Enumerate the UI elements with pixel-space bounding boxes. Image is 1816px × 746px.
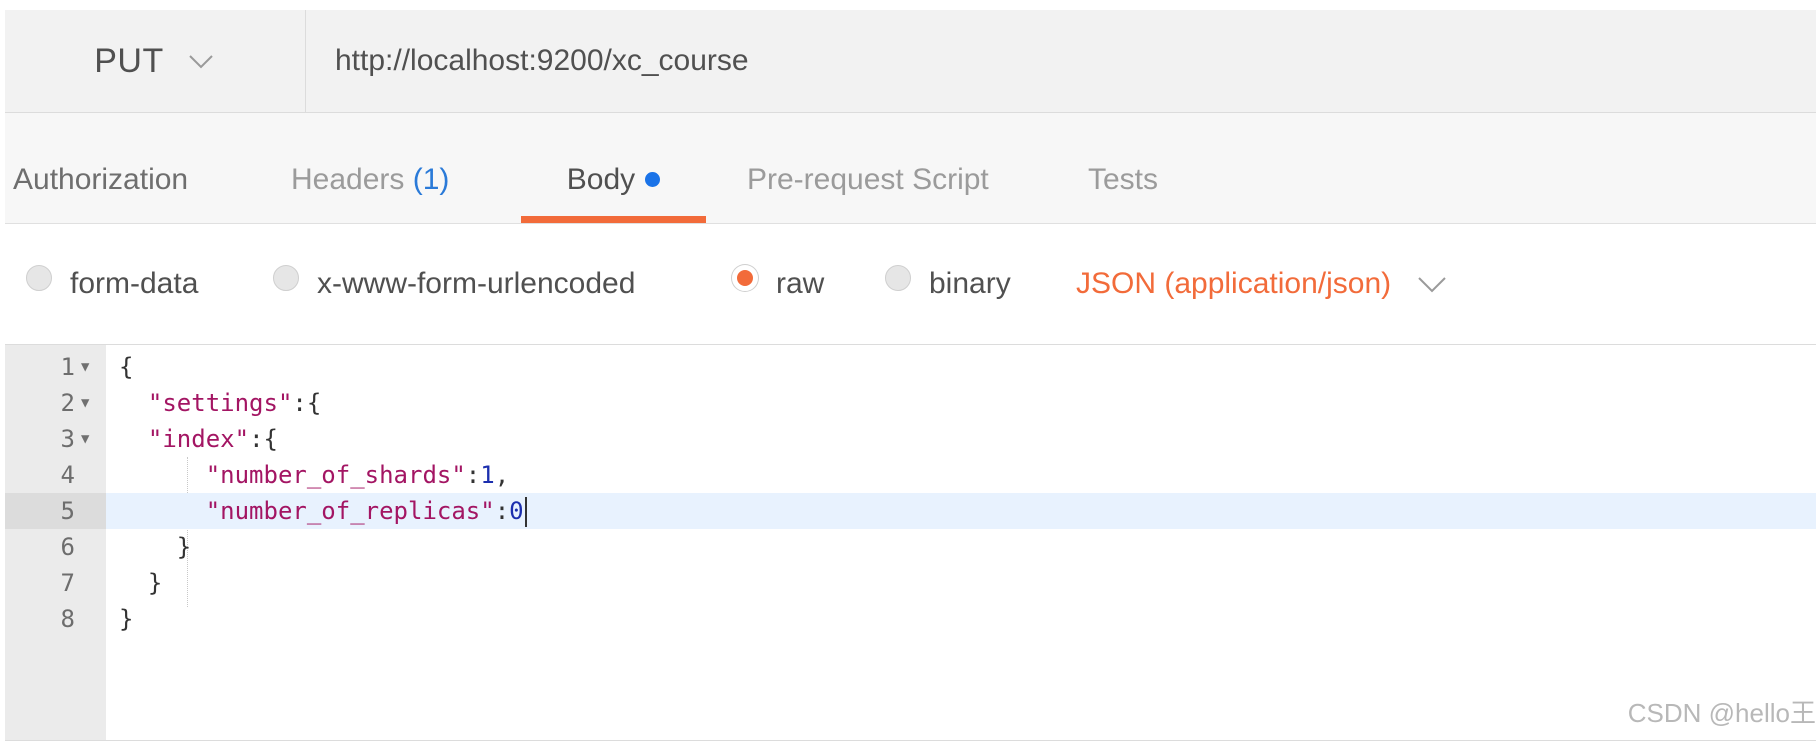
radio-form-data-label: form-data (70, 267, 199, 300)
radio-raw[interactable]: raw (732, 259, 824, 309)
code-line[interactable]: 8 } (5, 601, 1816, 637)
line-number: 8 (60, 605, 75, 633)
radio-form-data[interactable]: form-data (26, 259, 198, 309)
code-line[interactable]: 1 ▼ { (5, 349, 1816, 385)
method-selector[interactable]: PUT (5, 10, 306, 112)
radio-selected-icon[interactable] (732, 265, 758, 291)
body-type-selector: form-data x-www-form-urlencoded raw bina… (5, 224, 1816, 344)
tab-prerequest-script[interactable]: Pre-request Script (747, 113, 989, 223)
code-text-content: "settings":{ (147, 389, 322, 417)
radio-urlencoded[interactable]: x-www-form-urlencoded (273, 259, 635, 309)
code-text: "number_of_replicas":0 (119, 493, 527, 529)
code-text: { (119, 349, 133, 385)
line-number: 5 (60, 497, 75, 525)
radio-urlencoded-label: x-www-form-urlencoded (317, 267, 636, 300)
line-number: 6 (60, 533, 75, 561)
code-text: } (119, 601, 133, 637)
code-text-content: } (119, 569, 163, 597)
method-label: PUT (94, 41, 164, 80)
tab-headers[interactable]: Headers (1) (291, 113, 449, 223)
code-editor[interactable]: 1 ▼ { 2 ▼ "settings":{ 3 ▼ "index":{ 4 "… (5, 344, 1816, 741)
chevron-down-icon (1418, 277, 1446, 293)
code-line[interactable]: 6 } (5, 529, 1816, 565)
radio-button-icon[interactable] (885, 265, 911, 291)
tab-tests[interactable]: Tests (1088, 113, 1158, 223)
code-text-content: { (119, 353, 134, 381)
tab-headers-label: Headers (291, 163, 405, 196)
line-number: 1 (60, 353, 75, 381)
code-text-content: } (119, 533, 192, 561)
code-text: "settings":{ (119, 385, 321, 421)
active-tab-underline (521, 216, 706, 223)
headers-count-badge: (1) (412, 163, 450, 196)
body-modified-dot-icon (645, 171, 661, 187)
url-input[interactable]: http://localhost:9200/xc_course (335, 10, 749, 112)
code-line[interactable]: 4 "number_of_shards":1, (5, 457, 1816, 493)
radio-button-icon[interactable] (26, 265, 52, 291)
radio-binary[interactable]: binary (885, 259, 1011, 309)
code-text-content: "number_of_replicas":0 (205, 497, 524, 525)
tab-body[interactable]: Body (521, 113, 706, 223)
code-text: } (119, 565, 162, 601)
tab-authorization[interactable]: Authorization (13, 113, 188, 223)
tab-tests-label: Tests (1088, 163, 1159, 196)
url-bar: PUT http://localhost:9200/xc_course (5, 10, 1816, 113)
code-text: } (119, 529, 191, 565)
content-type-dropdown[interactable]: JSON (application/json) (1076, 259, 1449, 309)
radio-button-icon[interactable] (273, 265, 299, 291)
watermark: CSDN @hello王 (1627, 698, 1816, 728)
fold-arrow-icon[interactable]: ▼ (81, 421, 89, 457)
code-text: "number_of_shards":1, (119, 457, 509, 493)
line-number: 2 (60, 389, 75, 417)
code-line-active[interactable]: 5 "number_of_replicas":0 (5, 493, 1816, 529)
tab-authorization-label: Authorization (13, 163, 189, 196)
fold-arrow-icon[interactable]: ▼ (81, 349, 89, 385)
request-tabs: Authorization Headers (1) Body Pre-reque… (5, 113, 1816, 224)
request-editor-page: PUT http://localhost:9200/xc_course Auth… (0, 0, 1816, 746)
code-line[interactable]: 2 ▼ "settings":{ (5, 385, 1816, 421)
tab-body-label: Body (566, 163, 636, 196)
code-text: "index":{ (119, 421, 278, 457)
code-line[interactable]: 3 ▼ "index":{ (5, 421, 1816, 457)
code-text-content: "index":{ (147, 425, 278, 453)
code-line[interactable]: 7 } (5, 565, 1816, 601)
code-text-content: "number_of_shards":1, (205, 461, 510, 489)
chevron-down-icon (189, 55, 213, 69)
tab-prerequest-label: Pre-request Script (747, 163, 989, 196)
line-number: 4 (60, 461, 75, 489)
line-number: 3 (60, 425, 75, 453)
radio-raw-label: raw (776, 267, 825, 300)
content-type-label: JSON (application/json) (1076, 267, 1392, 300)
text-cursor (524, 497, 527, 527)
fold-arrow-icon[interactable]: ▼ (81, 385, 89, 421)
line-number: 7 (60, 569, 75, 597)
radio-binary-label: binary (929, 267, 1011, 300)
code-text-content: } (119, 605, 134, 633)
